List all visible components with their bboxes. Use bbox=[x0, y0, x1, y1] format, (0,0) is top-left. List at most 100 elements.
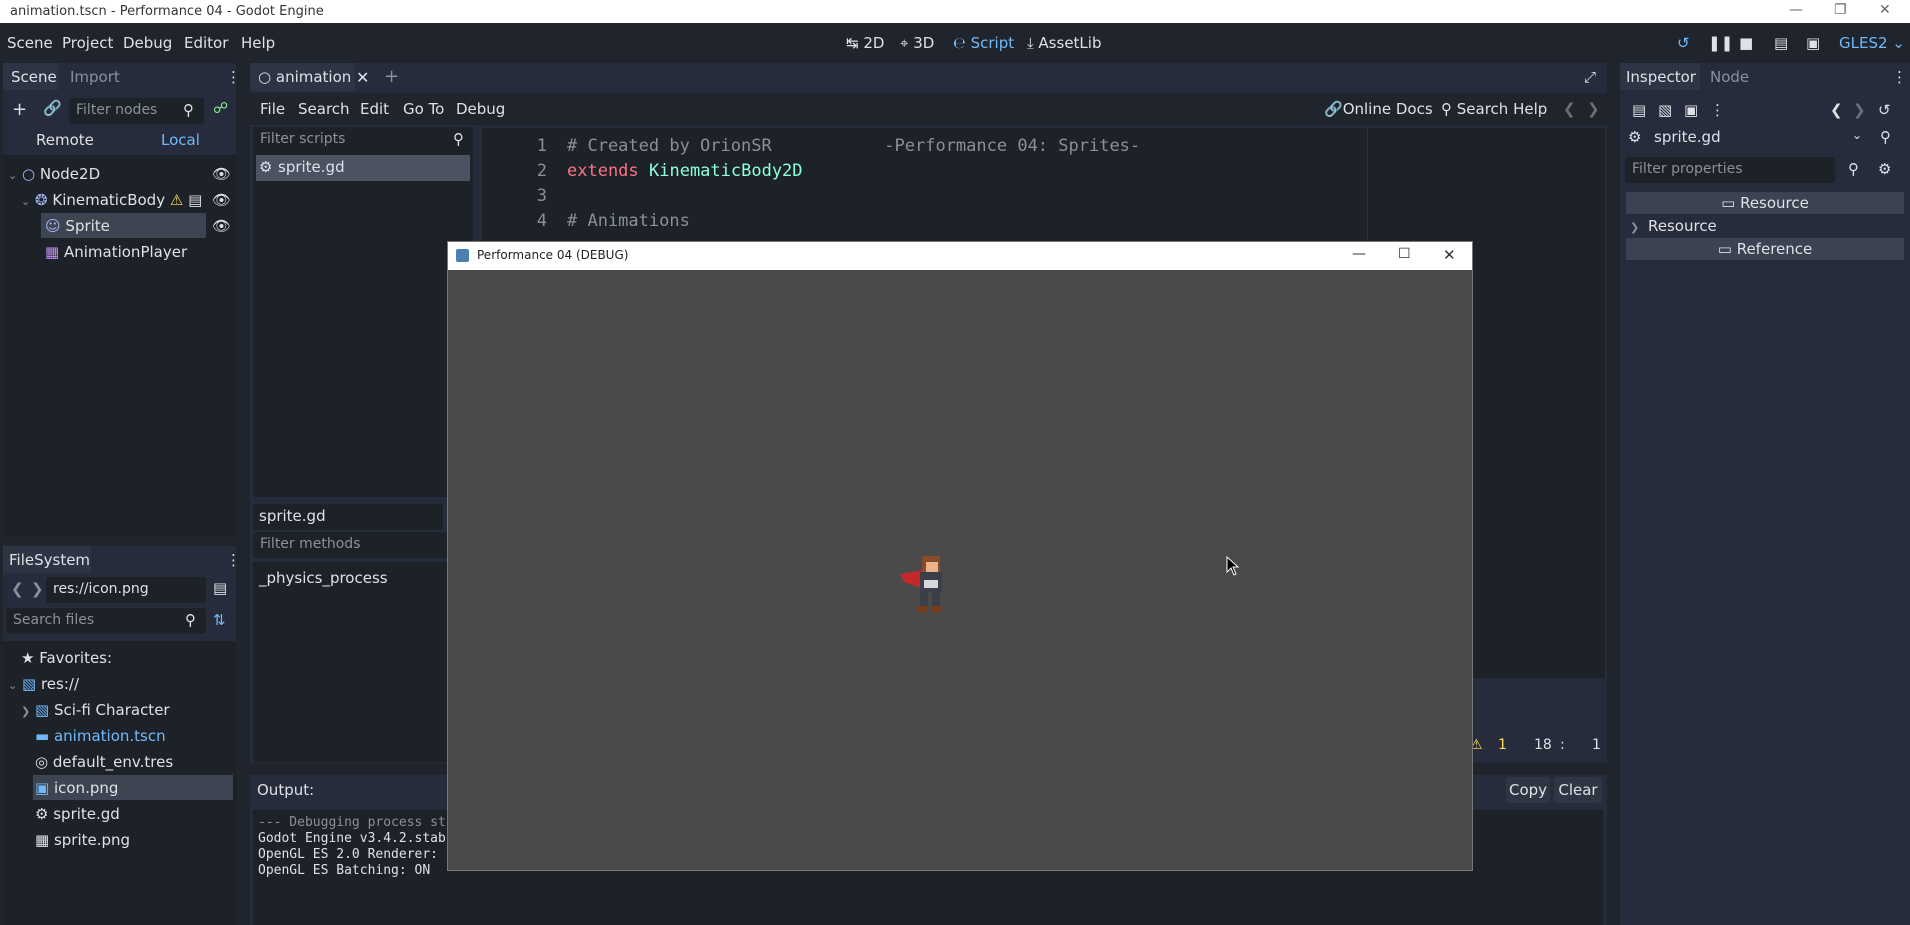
reload-icon[interactable]: ↺ bbox=[1677, 34, 1690, 52]
new-resource-icon[interactable]: ▤ bbox=[1632, 101, 1646, 119]
back-icon[interactable]: ❮ bbox=[11, 580, 24, 598]
resource-section[interactable]: ❯ Resource bbox=[1626, 215, 1904, 237]
script-attached-icon[interactable]: ▤ bbox=[188, 191, 202, 209]
more-icon[interactable]: ⋮ bbox=[1710, 101, 1725, 119]
history-back-icon[interactable]: ❮ bbox=[1830, 101, 1843, 119]
add-node-icon[interactable]: + bbox=[12, 99, 27, 120]
file-item[interactable]: ⌄ ▧ res:// bbox=[8, 675, 79, 693]
link-icon[interactable]: 🔗 bbox=[43, 99, 62, 117]
tab-animation[interactable]: ○ animation bbox=[258, 68, 351, 86]
object-dropdown-icon[interactable]: ⌄ bbox=[1852, 128, 1862, 142]
inspected-object[interactable]: sprite.gd bbox=[1654, 128, 1721, 146]
menu-help[interactable]: Help bbox=[241, 34, 275, 52]
dock-menu-icon[interactable]: ⋮ bbox=[226, 551, 241, 569]
workspace-assetlib-button[interactable]: ⤓ AssetLib bbox=[1027, 34, 1101, 52]
close-icon[interactable]: ✕ bbox=[1443, 246, 1456, 264]
save-icon[interactable]: ▣ bbox=[1684, 101, 1698, 119]
tree-item-kinematicbody[interactable]: ⌄ ❂ KinematicBody ⚠ ▤ bbox=[21, 191, 202, 209]
dock-menu-icon[interactable]: ⋮ bbox=[226, 68, 241, 86]
character-boot bbox=[932, 606, 942, 612]
script-menu-debug[interactable]: Debug bbox=[456, 100, 505, 118]
workspace-2d-button[interactable]: ↹ 2D bbox=[846, 34, 884, 52]
favorites-item[interactable]: ★ Favorites: bbox=[21, 649, 112, 667]
close-tab-icon[interactable]: ✕ bbox=[356, 68, 369, 87]
filter-scripts-input[interactable]: Filter scripts bbox=[253, 127, 473, 153]
file-item[interactable]: ⚙ sprite.gd bbox=[35, 805, 120, 823]
history-back-icon[interactable]: ❮ bbox=[1563, 100, 1576, 118]
minimize-icon[interactable]: — bbox=[1789, 2, 1803, 18]
environment-icon: ◎ bbox=[35, 753, 49, 771]
script-menu-edit[interactable]: Edit bbox=[360, 100, 389, 118]
instance-scene-icon[interactable]: ☍ bbox=[213, 99, 228, 117]
file-label: icon.png bbox=[53, 779, 119, 797]
tab-node[interactable]: Node bbox=[1710, 68, 1749, 86]
history-forward-icon[interactable]: ❯ bbox=[1853, 101, 1866, 119]
script-menu-file[interactable]: File bbox=[260, 100, 285, 118]
local-button[interactable]: Local bbox=[161, 131, 200, 149]
warning-icon[interactable]: ⚠ bbox=[170, 191, 183, 209]
close-icon[interactable]: ✕ bbox=[1879, 2, 1891, 18]
clear-button[interactable]: Clear bbox=[1554, 777, 1602, 803]
history-forward-icon[interactable]: ❯ bbox=[1587, 100, 1600, 118]
scene-file-icon: ▬ bbox=[35, 727, 50, 745]
tab-inspector[interactable]: Inspector bbox=[1626, 68, 1696, 86]
file-item[interactable]: ▦ sprite.png bbox=[35, 831, 130, 849]
stop-icon[interactable]: ■ bbox=[1739, 34, 1753, 52]
tree-item-animationplayer[interactable]: ▦ AnimationPlayer bbox=[45, 243, 187, 261]
gear-icon: ⚙ bbox=[35, 805, 49, 823]
tab-filesystem[interactable]: FileSystem bbox=[9, 551, 90, 569]
remote-button[interactable]: Remote bbox=[36, 131, 94, 149]
tree-item-sprite[interactable]: ☺ Sprite bbox=[45, 217, 110, 235]
file-label: default_env.tres bbox=[52, 753, 174, 771]
property-settings-icon[interactable]: ⚙ bbox=[1878, 160, 1891, 178]
path-input[interactable]: res://icon.png bbox=[46, 577, 206, 603]
script-item[interactable]: ⚙ sprite.gd bbox=[256, 155, 470, 181]
dock-menu-icon[interactable]: ⋮ bbox=[1892, 68, 1907, 86]
workspace-script-button[interactable]: ℮ Script bbox=[953, 34, 1014, 52]
search-files-input[interactable]: Search files bbox=[6, 608, 206, 634]
online-docs-button[interactable]: 🔗Online Docs bbox=[1324, 100, 1433, 118]
script-menu-goto[interactable]: Go To bbox=[403, 100, 444, 118]
search-help-button[interactable]: ⚲ Search Help bbox=[1441, 100, 1547, 118]
minimize-icon[interactable]: — bbox=[1352, 246, 1366, 262]
file-item[interactable]: ❯ ▧ Sci-fi Character bbox=[21, 701, 170, 719]
filter-methods-input[interactable]: Filter methods bbox=[253, 532, 473, 558]
file-item[interactable]: ◎ default_env.tres bbox=[35, 753, 173, 771]
method-item[interactable]: _physics_process bbox=[259, 569, 388, 587]
menu-debug[interactable]: Debug bbox=[123, 34, 172, 52]
workspace-2d-label: 2D bbox=[863, 34, 885, 52]
add-tab-icon[interactable]: + bbox=[384, 66, 399, 87]
log-line: Godot Engine v3.4.2.stab bbox=[258, 831, 446, 846]
menu-project[interactable]: Project bbox=[62, 34, 113, 52]
menu-scene[interactable]: Scene bbox=[7, 34, 53, 52]
renderer-select[interactable]: GLES2 ⌄ bbox=[1839, 34, 1905, 52]
play-scene-icon[interactable]: ▤ bbox=[1774, 34, 1788, 52]
pause-icon[interactable]: ❚❚ bbox=[1708, 34, 1733, 52]
play-custom-scene-icon[interactable]: ▣ bbox=[1806, 34, 1820, 52]
file-item[interactable]: ▣ icon.png bbox=[35, 779, 118, 797]
output-label: Output: bbox=[257, 781, 315, 799]
visibility-eye-icon[interactable]: 👁 bbox=[212, 165, 231, 183]
workspace-3d-button[interactable]: ⌖ 3D bbox=[900, 34, 934, 52]
script-menu-search[interactable]: Search bbox=[298, 100, 350, 118]
open-folder-icon[interactable]: ▧ bbox=[1658, 101, 1672, 119]
sort-icon[interactable]: ⇅ bbox=[213, 611, 226, 629]
copy-button[interactable]: Copy bbox=[1506, 777, 1550, 803]
forward-icon[interactable]: ❯ bbox=[31, 580, 44, 598]
visibility-eye-icon[interactable]: 👁 bbox=[212, 217, 231, 235]
maximize-icon[interactable]: ☐ bbox=[1398, 246, 1411, 262]
cube-icon: ▭ bbox=[1717, 240, 1732, 258]
menu-editor[interactable]: Editor bbox=[184, 34, 228, 52]
filter-properties-input[interactable]: Filter properties bbox=[1625, 157, 1835, 183]
tab-import[interactable]: Import bbox=[70, 68, 120, 86]
distraction-free-icon[interactable]: ⤢ bbox=[1584, 68, 1596, 86]
split-mode-icon[interactable]: ▤ bbox=[213, 579, 227, 597]
visibility-eye-icon[interactable]: 👁 bbox=[212, 191, 231, 209]
object-link-icon[interactable]: ⚲ bbox=[1880, 128, 1891, 146]
tree-item-node2d[interactable]: ⌄ ○ Node2D bbox=[8, 165, 100, 183]
image-icon: ▣ bbox=[35, 779, 50, 797]
tab-scene[interactable]: Scene bbox=[11, 68, 57, 86]
maximize-icon[interactable]: ❐ bbox=[1834, 2, 1847, 18]
history-icon[interactable]: ↺ bbox=[1878, 101, 1891, 119]
file-item[interactable]: ▬ animation.tscn bbox=[35, 727, 166, 745]
